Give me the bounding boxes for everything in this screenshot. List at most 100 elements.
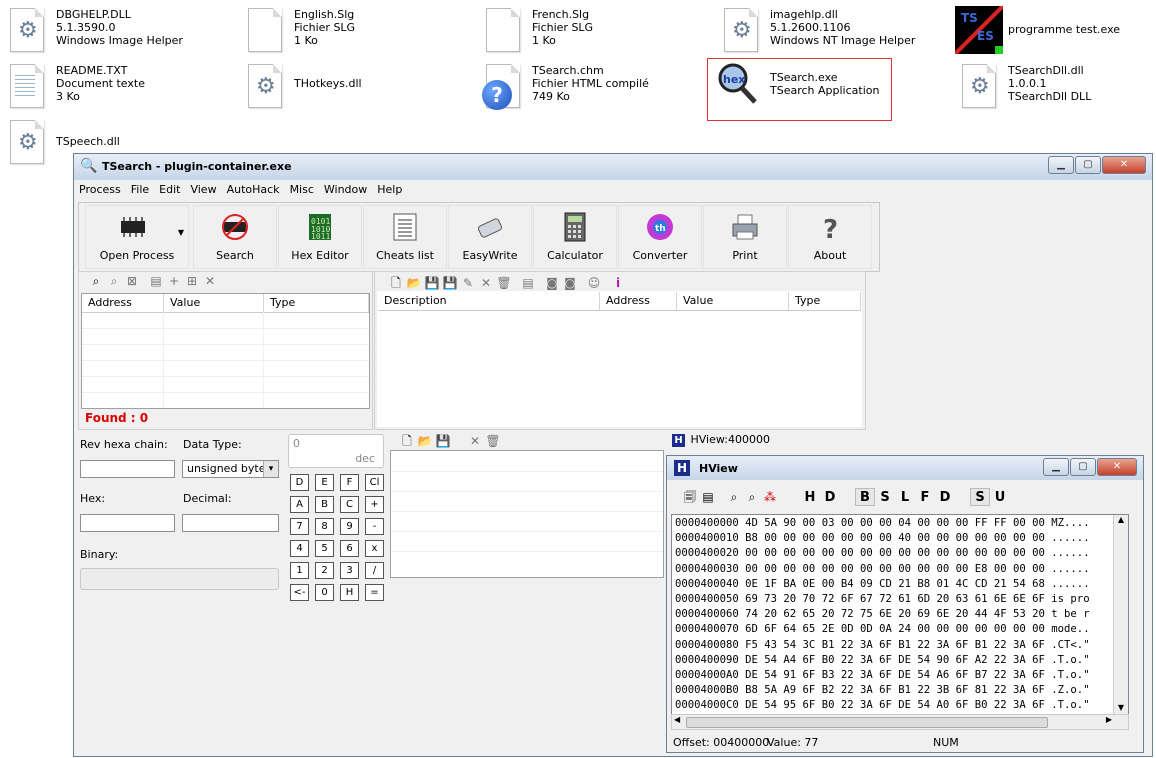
dropdown-arrow-icon[interactable]: ▼ [178,228,184,237]
calc-key[interactable]: D [290,474,309,491]
hex-dump[interactable]: 0000400000 4D 5A 90 00 03 00 00 00 04 00… [671,514,1129,716]
calc-key[interactable]: E [315,474,334,491]
hex-line[interactable]: 0000400020 00 00 00 00 00 00 00 00 00 00… [675,546,1090,561]
maximize-button[interactable]: ▢ [1075,156,1101,174]
vertical-scrollbar[interactable]: ▲ ▼ [1113,515,1128,715]
calc-key[interactable]: 7 [290,518,309,535]
double-mode-button[interactable]: D [935,489,955,507]
menu-process[interactable]: Process [74,181,126,198]
maximize-button[interactable]: ▢ [1070,458,1096,476]
calc-key[interactable]: A [290,496,309,513]
calc-key[interactable]: x [365,540,384,557]
hex-line[interactable]: 0000400010 B8 00 00 00 00 00 00 00 40 00… [675,531,1090,546]
about-button[interactable]: ? About [788,205,872,269]
decimal-input[interactable] [182,514,279,532]
goto-icon[interactable]: ⁂ [761,490,779,504]
edit-icon[interactable]: ✎ [459,276,477,290]
dec-mode-button[interactable]: D [820,489,840,507]
data-type-select[interactable]: unsigned byte ▾ [182,460,279,478]
trash-icon[interactable]: 🗑 [495,276,513,290]
float-mode-button[interactable]: F [915,489,935,507]
easywrite-button[interactable]: EasyWrite [448,205,532,269]
page-icon[interactable]: 🗐 [681,488,699,509]
calc-key[interactable]: F [340,474,359,491]
speech-icon[interactable]: ☺ [585,276,603,290]
hex-line[interactable]: 00004000A0 DE 54 91 6F B3 22 3A 6F DE 54… [675,668,1090,683]
column-header-description[interactable]: Description [378,292,600,310]
column-header-address[interactable]: Address [600,292,677,310]
calc-key[interactable]: 2 [315,562,334,579]
open-process-button[interactable]: ▼ Open Process [85,205,189,269]
search-next-icon[interactable]: ⌕ [743,490,761,505]
hex-line[interactable]: 0000400050 69 73 20 70 72 6F 67 72 61 6D… [675,592,1090,607]
horizontal-scrollbar[interactable]: ◀ ▶ [671,714,1129,730]
column-header-value[interactable]: Value [164,294,264,312]
menu-window[interactable]: Window [319,181,372,198]
hex-mode-button[interactable]: H [800,489,820,507]
hex-line[interactable]: 0000400000 4D 5A 90 00 03 00 00 00 04 00… [675,516,1090,531]
trash-icon[interactable]: 🗑 [484,434,502,448]
column-header-address[interactable]: Address [82,294,164,312]
menu-autohack[interactable]: AutoHack [222,181,285,198]
calculator-button[interactable]: Calculator [533,205,617,269]
cheat-edit-list[interactable] [390,450,664,578]
unsigned-mode-button[interactable]: U [990,489,1010,507]
hview-title-bar[interactable]: H HView ▁ ▢ ✕ [667,456,1143,480]
cheats-list[interactable]: Description Address Value Type [377,291,862,427]
search-results-list[interactable]: Address Value Type [81,293,370,409]
delete-icon[interactable]: ✕ [466,434,484,448]
scroll-right-icon[interactable]: ▶ [1106,715,1112,724]
signed-mode-button[interactable]: S [970,488,990,506]
cheats-list-button[interactable]: Cheats list [363,205,447,269]
byte-mode-button[interactable]: B [855,488,875,506]
save-icon[interactable]: 💾 [434,434,452,448]
long-mode-button[interactable]: L [895,489,915,507]
hex-line[interactable]: 0000400090 DE 54 A4 6F B0 22 3A 6F DE 54… [675,653,1090,668]
freeze-icon[interactable]: ◙ [543,276,561,290]
hex-line[interactable]: 00004000C0 DE 54 95 6F B0 22 3A 6F DE 54… [675,698,1090,713]
search-button[interactable]: Search [193,205,277,269]
menu-misc[interactable]: Misc [285,181,319,198]
menu-help[interactable]: Help [372,181,407,198]
save-as-icon[interactable]: 💾 [441,276,459,290]
calc-key[interactable]: 9 [340,518,359,535]
title-bar[interactable]: 🔍 TSearch - plugin-container.exe ▁ ▢ ✕ [74,154,1152,180]
menu-edit[interactable]: Edit [154,181,185,198]
calc-key[interactable]: 6 [340,540,359,557]
search-icon[interactable]: ⌕ [87,274,105,289]
search-next-icon[interactable]: ⌕ [105,274,123,289]
calc-key[interactable]: 1 [290,562,309,579]
calc-key[interactable]: 8 [315,518,334,535]
chevron-down-icon[interactable]: ▾ [263,461,278,477]
hex-line[interactable]: 0000400040 0E 1F BA 0E 00 B4 09 CD 21 B8… [675,577,1090,592]
calc-key[interactable]: C [340,496,359,513]
hex-line[interactable]: 00004000B0 B8 5A A9 6F B2 22 3A 6F B1 22… [675,683,1090,698]
calc-key[interactable]: = [365,584,384,601]
calc-key[interactable]: / [365,562,384,579]
calc-key[interactable]: H [340,584,359,601]
copy-icon[interactable]: ▤ [519,276,537,290]
calc-key[interactable]: 4 [290,540,309,557]
minimize-button[interactable]: ▁ [1048,156,1074,174]
scroll-thumb[interactable] [686,717,1048,728]
calc-key[interactable]: + [365,496,384,513]
hex-editor-button[interactable]: 0101 1010 1011 Hex Editor [278,205,362,269]
calc-key[interactable]: <- [290,584,309,601]
column-header-value[interactable]: Value [677,292,789,310]
search-icon[interactable]: ⌕ [725,490,743,505]
hex-line[interactable]: 0000400030 00 00 00 00 00 00 00 00 00 00… [675,562,1090,577]
add-icon[interactable]: + [165,274,183,288]
menu-view[interactable]: View [185,181,221,198]
scroll-up-icon[interactable]: ▲ [1114,515,1128,527]
column-header-type[interactable]: Type [264,294,369,312]
calc-key[interactable]: 3 [340,562,359,579]
print-button[interactable]: Print [703,205,787,269]
copy-icon[interactable]: ▤ [699,490,717,504]
column-header-type[interactable]: Type [789,292,861,310]
menu-file[interactable]: File [126,181,154,198]
open-folder-icon[interactable]: 📂 [405,276,423,290]
close-button[interactable]: ✕ [1102,156,1146,174]
hex-input[interactable] [80,514,175,532]
calc-key[interactable]: 0 [315,584,334,601]
search-clear-icon[interactable]: ⊠ [123,274,141,288]
